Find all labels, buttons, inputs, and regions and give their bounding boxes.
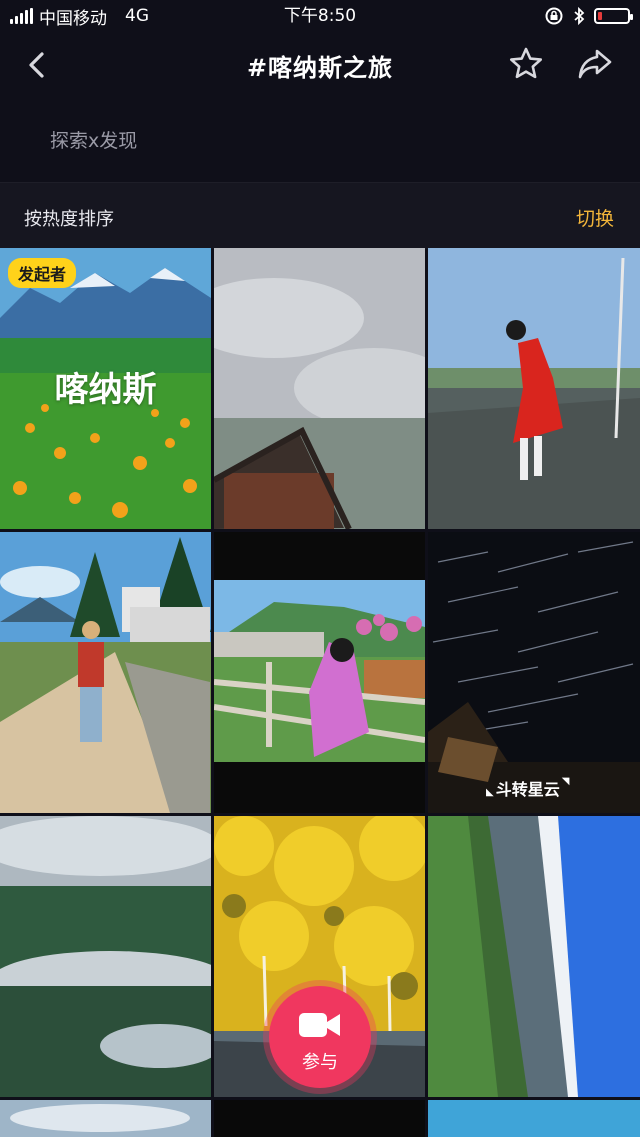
participate-button[interactable]: 参与 [269,986,371,1088]
page-title: #喀纳斯之旅 [246,54,394,82]
sort-bar: 按热度排序 切换 [0,182,640,249]
video-tile-5[interactable] [214,532,425,813]
video-tile-9[interactable] [428,816,640,1097]
bluetooth-icon [574,6,585,26]
boardwalk-village-image [0,532,211,813]
sky-image [0,1100,211,1137]
video-camera-icon [299,1013,340,1037]
tile-overlay-text: 喀纳斯 [54,370,157,410]
misty-forest-image [0,816,211,1097]
red-dress-road-image [428,248,640,529]
topic-subtitle[interactable]: 探索x发现 [50,126,137,153]
video-tile-1[interactable]: 发起者 喀纳斯 [0,248,211,529]
status-bar: 中国移动 4G 下午8:50 [0,0,640,32]
participate-label: 参与 [302,1052,338,1073]
video-tile-11[interactable] [214,1100,425,1137]
video-tile-12[interactable] [428,1100,640,1137]
caption-corner-icon: ◥ [561,776,570,787]
flowers-fence-girl-image [214,580,425,762]
video-tile-2[interactable] [214,248,425,529]
video-tile-6[interactable]: ◣ 斗转星云 ◥ [428,532,640,813]
video-tile-10[interactable] [0,1100,211,1137]
orientation-lock-icon [545,7,563,25]
status-right [544,0,633,32]
battery-icon [594,8,633,24]
top-nav: #喀纳斯之旅 [0,32,640,98]
caption-corner-icon: ◣ [486,787,494,798]
blue-sky-image [428,1100,640,1137]
initiator-badge: 发起者 [8,258,77,288]
sort-label: 按热度排序 [24,209,114,230]
video-tile-3[interactable] [428,248,640,529]
cabin-clouds-image [214,248,425,529]
star-icon[interactable] [508,46,544,82]
switch-sort-button[interactable]: 切换 [576,204,614,231]
battery-level [598,12,602,20]
video-tile-4[interactable] [0,532,211,813]
tile-caption: ◣ 斗转星云 ◥ [486,776,570,799]
star-trails-image [428,532,640,813]
tilted-valley-image [428,816,640,1097]
screen: { "status_bar": { "carrier": "中国移动", "ne… [0,0,640,1137]
video-tile-7[interactable] [0,816,211,1097]
share-icon[interactable] [576,46,614,82]
